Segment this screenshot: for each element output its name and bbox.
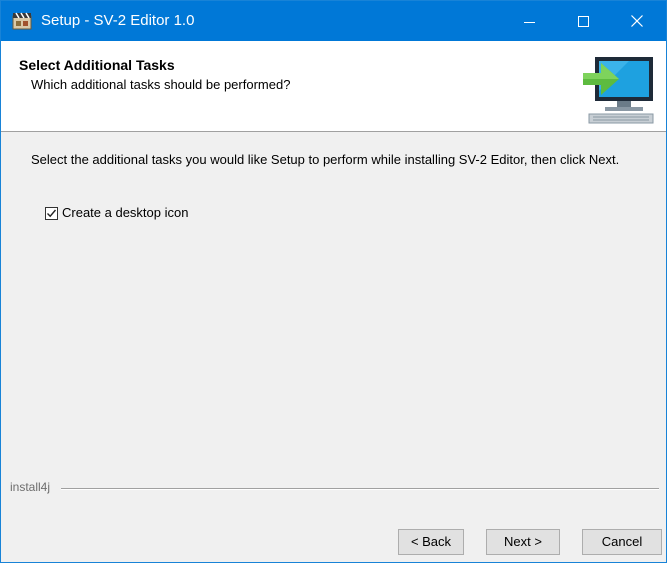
desktop-icon-checkbox[interactable] bbox=[45, 206, 58, 220]
page-subtitle: Which additional tasks should be perform… bbox=[31, 77, 291, 92]
page-title: Select Additional Tasks bbox=[19, 57, 175, 73]
app-icon[interactable] bbox=[12, 12, 32, 30]
task-create-desktop-icon[interactable]: Create a desktop icon bbox=[45, 205, 188, 221]
brand-separator: install4j bbox=[1, 480, 666, 496]
minimize-button[interactable] bbox=[506, 1, 552, 41]
back-button[interactable]: < Back bbox=[398, 529, 464, 555]
next-button[interactable]: Next > bbox=[486, 529, 560, 555]
title-bar[interactable]: Setup - SV-2 Editor 1.0 bbox=[1, 1, 666, 41]
minimize-icon bbox=[523, 21, 535, 23]
window-title: Setup - SV-2 Editor 1.0 bbox=[41, 12, 195, 29]
checkmark-icon bbox=[47, 209, 57, 217]
cancel-button[interactable]: Cancel bbox=[582, 529, 662, 555]
brand-label: install4j bbox=[10, 480, 51, 494]
task-label[interactable]: Create a desktop icon bbox=[62, 205, 188, 221]
instructions-text: Select the additional tasks you would li… bbox=[31, 152, 620, 167]
wizard-content: Select the additional tasks you would li… bbox=[1, 132, 666, 482]
wizard-header: Select Additional Tasks Which additional… bbox=[1, 41, 666, 132]
install-computer-icon bbox=[579, 51, 657, 127]
maximize-button[interactable] bbox=[560, 1, 606, 41]
close-icon bbox=[631, 15, 643, 27]
maximize-icon bbox=[577, 15, 589, 27]
close-button[interactable] bbox=[614, 1, 660, 41]
separator-line bbox=[61, 488, 659, 490]
setup-window: Setup - SV-2 Editor 1.0 Select Additiona… bbox=[0, 0, 667, 563]
